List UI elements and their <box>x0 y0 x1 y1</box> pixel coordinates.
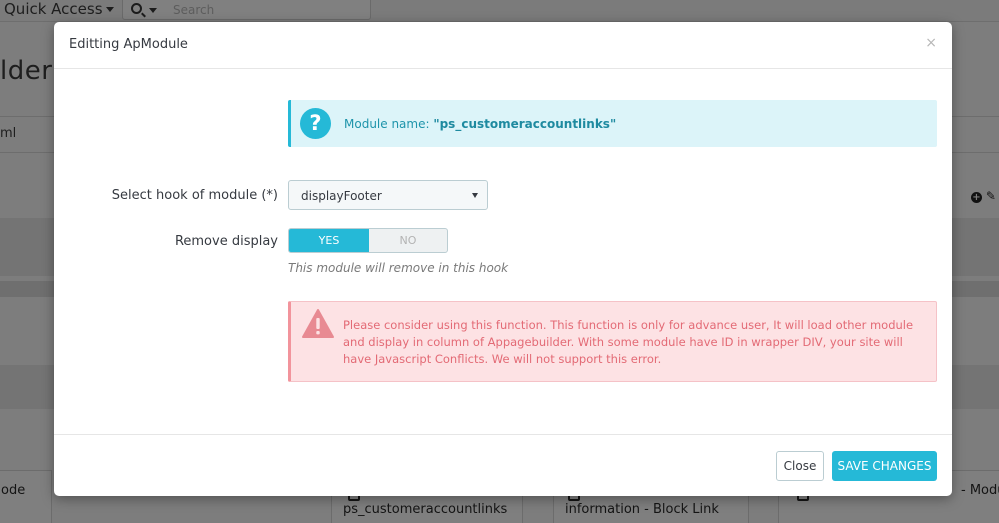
quick-access-label: Quick Access <box>4 0 103 18</box>
toggle-yes-option[interactable]: YES <box>289 229 369 252</box>
search-placeholder: Search <box>173 3 215 17</box>
module-card-label: ode <box>1 483 26 498</box>
search-icon <box>131 3 142 14</box>
chevron-down-icon <box>149 8 157 13</box>
page-subtab: ml <box>0 126 17 141</box>
module-name-value: "ps_customeraccountlinks" <box>433 117 617 131</box>
save-changes-button[interactable]: SAVE CHANGES <box>832 451 937 481</box>
hook-select[interactable]: displayFooter <box>288 180 488 210</box>
remove-display-label: Remove display <box>174 234 278 249</box>
close-button[interactable]: Close <box>776 451 824 481</box>
admin-header: Quick Access Search <box>0 0 999 22</box>
dialog-footer: Close SAVE CHANGES <box>54 434 952 496</box>
warning-triangle-icon <box>302 309 334 338</box>
quick-access-menu[interactable]: Quick Access <box>4 0 114 18</box>
remove-display-help: This module will remove in this hook <box>288 261 509 275</box>
module-name-prefix: Module name: <box>344 117 434 131</box>
warning-text: Please consider using this function. Thi… <box>343 318 914 366</box>
close-icon[interactable]: × <box>925 36 937 50</box>
toggle-no-option[interactable]: NO <box>369 229 447 252</box>
hook-select-label: Select hook of module (*) <box>111 188 278 203</box>
dialog-title: Editting ApModule <box>69 37 188 52</box>
hook-select-value: displayFooter <box>301 189 382 203</box>
question-circle-icon: ? <box>300 108 331 139</box>
add-circle-icon[interactable]: + <box>971 192 982 203</box>
edit-apmodule-dialog: Editting ApModule × ? Module name: "ps_c… <box>54 22 952 496</box>
warning-alert: Please consider using this function. Thi… <box>288 301 937 382</box>
header-search-bar[interactable]: Search <box>122 0 371 20</box>
module-card[interactable]: ode <box>0 470 52 523</box>
dialog-header: Editting ApModule × <box>54 22 952 69</box>
caret-down-icon <box>472 193 478 198</box>
page-title: lder <box>0 56 53 86</box>
row-actions: + ✎ <box>971 189 996 203</box>
info-alert: ? Module name: "ps_customeraccountlinks" <box>288 100 937 147</box>
module-name-text: Module name: "ps_customeraccountlinks" <box>344 117 616 131</box>
module-card-label: - Modu <box>961 483 999 498</box>
module-card-label: information - Block Link <box>565 502 719 517</box>
remove-display-toggle[interactable]: YES NO <box>288 228 448 253</box>
pencil-icon[interactable]: ✎ <box>986 189 996 203</box>
chevron-down-icon <box>105 7 114 12</box>
module-card-label: ps_customeraccountlinks <box>343 502 508 517</box>
